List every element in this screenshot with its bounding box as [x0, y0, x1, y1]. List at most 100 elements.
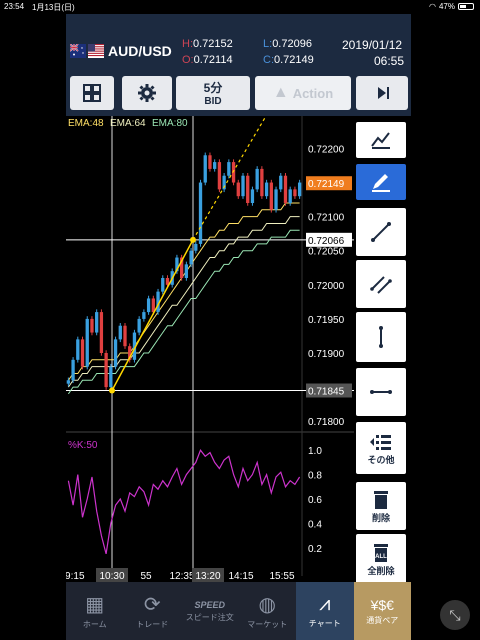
- candle: [137, 318, 141, 333]
- tab-currency-pair[interactable]: ¥$€ 通貨ペア: [353, 582, 411, 640]
- speed-icon: SPEED: [194, 599, 225, 610]
- action-label: Action: [292, 85, 334, 101]
- tab-trade-label: トレード: [136, 620, 169, 629]
- tool-delete[interactable]: 削除: [356, 482, 406, 530]
- open-label: O:: [182, 54, 194, 66]
- candle: [227, 162, 231, 176]
- vertical-line-icon: [379, 326, 383, 348]
- tool-more-label: その他: [367, 454, 395, 465]
- oscillator-tick-label: 0.8: [308, 471, 322, 482]
- minimize-icon[interactable]: ⤡: [440, 600, 470, 630]
- tab-speed-order[interactable]: SPEED スピード注文: [181, 582, 239, 640]
- tool-delete-label: 削除: [371, 512, 390, 523]
- tool-pen[interactable]: [356, 164, 406, 200]
- candle: [283, 175, 288, 203]
- tab-speed-order-label: スピード注文: [185, 612, 234, 622]
- price-tick-label: 0.71900: [308, 349, 345, 360]
- tool-channel[interactable]: [356, 260, 406, 308]
- candle: [99, 312, 104, 353]
- line-price-label: 0.72066: [308, 236, 345, 247]
- price-tick-label: 0.71950: [308, 315, 345, 326]
- candle: [109, 366, 113, 388]
- candle: [189, 250, 193, 265]
- chart-area: EMA:48 EMA:64 EMA:80 %K:50 0.72200 0.72100 0.7…: [66, 116, 411, 592]
- tab-chart[interactable]: ⩘ チャート: [296, 582, 354, 640]
- ema48-line: [67, 202, 300, 381]
- svg-text:ALL: ALL: [375, 554, 387, 560]
- candle: [123, 325, 127, 347]
- battery-icon: [458, 3, 474, 10]
- candle: [293, 189, 297, 197]
- tool-delete-all[interactable]: ALL 全削除: [356, 534, 406, 584]
- candle: [161, 278, 165, 292]
- tool-horizontal-line[interactable]: [356, 368, 406, 416]
- oscillator-tick-label: 0.6: [308, 495, 322, 506]
- timeframe-button[interactable]: 5分 BID: [176, 76, 250, 110]
- candle: [203, 155, 207, 183]
- chart-icon: ⩘: [319, 593, 331, 615]
- price-tick-label: 0.71800: [308, 417, 345, 428]
- price-tick-label: 0.72200: [308, 144, 345, 155]
- layout-button[interactable]: [70, 76, 114, 110]
- low-value: 0.72096: [272, 38, 312, 50]
- high-value: 0.72152: [193, 38, 233, 50]
- bottom-tab-bar: ▦ ホーム ⟳ トレード SPEED スピード注文 ◍ マーケット ⩘ チャート…: [66, 582, 411, 640]
- low-price: L:0.72096: [263, 38, 312, 50]
- price-type-label: BID: [204, 96, 222, 107]
- candle: [104, 353, 108, 388]
- trendline-anchor: [109, 387, 115, 394]
- price-tick-label: 0.72050: [308, 247, 345, 258]
- play-icon: [378, 87, 389, 99]
- tab-trade[interactable]: ⟳ トレード: [124, 582, 182, 640]
- high-price: H:0.72152: [182, 38, 233, 50]
- channel-icon: [370, 276, 392, 294]
- candle: [184, 264, 189, 278]
- candle: [90, 318, 94, 333]
- candle: [85, 318, 89, 367]
- candle: [113, 339, 118, 367]
- pen-icon: [372, 174, 390, 192]
- trash-icon: [374, 490, 388, 509]
- high-label: H:: [182, 38, 193, 50]
- trade-icon: ⟳: [143, 594, 161, 616]
- quote-time: 06:55: [374, 54, 405, 68]
- tab-currency-pair-label: 通貨ペア: [366, 615, 399, 625]
- x-tick-label: 12:35: [169, 571, 194, 582]
- candle: [208, 155, 212, 169]
- settings-button[interactable]: [122, 76, 172, 110]
- tool-vertical-line[interactable]: [356, 312, 406, 362]
- ema80-line: [67, 229, 300, 395]
- current-price-label: 0.72149: [308, 179, 345, 190]
- tab-market[interactable]: ◍ マーケット: [239, 582, 297, 640]
- open-value: 0.72114: [193, 54, 233, 66]
- price-tick-label: 0.72100: [308, 213, 345, 224]
- play-button[interactable]: [356, 76, 408, 110]
- tool-indicator[interactable]: [356, 122, 406, 158]
- wifi-icon: ◠: [429, 2, 436, 11]
- x-tick-label: 14:15: [228, 571, 253, 582]
- gear-icon: [138, 84, 156, 102]
- close-label: C:: [263, 54, 274, 66]
- oscillator-tick-label: 1.0: [308, 446, 322, 457]
- candle: [66, 380, 71, 384]
- action-button[interactable]: ▲ Action: [255, 76, 351, 110]
- ema80-label: EMA:80: [152, 118, 188, 129]
- candle: [198, 182, 203, 244]
- status-date: 1月13日(日): [32, 3, 75, 12]
- candle: [80, 339, 85, 367]
- candle: [241, 175, 245, 197]
- price-chart[interactable]: EMA:48 EMA:64 EMA:80 %K:50 0.72200 0.72100 0.7…: [66, 116, 354, 592]
- list-icon: [370, 434, 391, 450]
- candle: [142, 312, 146, 319]
- ema64-line: [67, 216, 300, 388]
- timeframe-label: 5分: [203, 81, 223, 95]
- currency-pair-icon: ¥$€: [370, 596, 394, 613]
- tool-more[interactable]: その他: [356, 422, 406, 474]
- chart-toolbar: 5分 BID ▲ Action: [66, 74, 411, 116]
- tool-trendline[interactable]: [356, 208, 406, 256]
- currency-pair[interactable]: AUD/USD: [108, 43, 172, 59]
- line-price-label: 0.71845: [308, 387, 345, 398]
- tab-home[interactable]: ▦ ホーム: [66, 582, 124, 640]
- grid-icon: [83, 84, 101, 102]
- fx-chart-app: AUD/USD H:0.72152 O:0.72114 L:0.72096 C:…: [66, 14, 411, 640]
